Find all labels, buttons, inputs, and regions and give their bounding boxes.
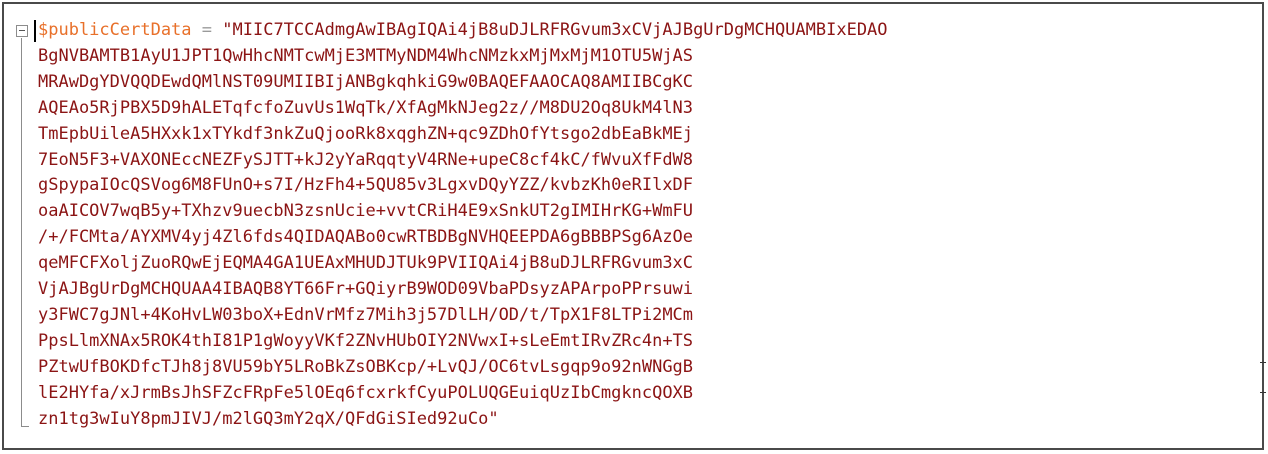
code-line: PZtwUfBOKDfcTJh8j8VU59bY5LRoBkZsOBKcp/+L… [38, 356, 694, 377]
code-line: oaAICOV7wqB5y+TXhzv9uecbN3zsnUcie+vvtCRi… [38, 201, 694, 222]
code-line: gSpypaIOcQSVog6M8FUnO+s7I/HzFh4+5QU85v3L… [38, 175, 694, 196]
code-line: MIIC7TCCAdmgAwIBAgIQAi4jB8uDJLRFRGvum3xC… [232, 20, 888, 40]
code-line: VjAJBgUrDgMCHQUAA4IBAQB8YT66Fr+GQiyrB9WO… [38, 279, 694, 300]
collapse-icon[interactable] [16, 25, 28, 37]
code-line: AQEAo5RjPBX5D9hALETqfcfoZuvUs1WqTk/XfAgM… [38, 97, 694, 118]
opening-quote: " [222, 20, 233, 40]
code-line: qeMFCFXoljZuoRQwEjEQMA4GA1UEAxMHUDJTUk9P… [38, 253, 694, 274]
code-block[interactable]: $publicCertData = "MIIC7TCCAdmgAwIBAgIQA… [38, 18, 888, 433]
code-line: TmEpbUileA5HXxk1xTYkdf3nkZuQjooRk8xqghZN… [38, 123, 694, 144]
fold-guide-line [21, 38, 22, 426]
closing-quote: " [488, 408, 499, 429]
text-caret [34, 20, 36, 42]
variable-name: $publicCertData [38, 20, 192, 40]
code-line: MRAwDgYDVQQDEwdQMlNST09UMIIBIjANBgkqhkiG… [38, 71, 694, 92]
assignment-operator: = [191, 20, 223, 40]
code-line: lE2HYfa/xJrmBsJhSFZcFRpFe5lOEq6fcxrkfCyu… [38, 382, 694, 403]
code-line: 7EoN5F3+VAXONEccNEZFySJTT+kJ2yYaRqqtyV4R… [38, 149, 694, 170]
scrollbar-tick-mark [1260, 392, 1266, 393]
code-line: BgNVBAMTB1AyU1JPT1QwHhcNMTcwMjE3MTMyNDM4… [38, 45, 694, 66]
code-editor[interactable]: $publicCertData = "MIIC7TCCAdmgAwIBAgIQA… [2, 2, 1266, 450]
code-line: /+/FCMta/AYXMV4yj4Zl6fds4QIDAQABo0cwRTBD… [38, 227, 694, 248]
code-line: zn1tg3wIuY8pmJIVJ/m2lGQ3mY2qX/QFdGiSIed9… [38, 408, 489, 429]
code-line: PpsLlmXNAx5ROK4thI81P1gWoyyVKf2ZNvHUbOIY… [38, 330, 694, 351]
fold-guide-end [21, 426, 29, 427]
code-line: y3FWC7gJNl+4KoHvLW03boX+EdnVrMfz7Mih3j57… [38, 304, 694, 325]
scrollbar-tick-mark [1260, 362, 1266, 363]
